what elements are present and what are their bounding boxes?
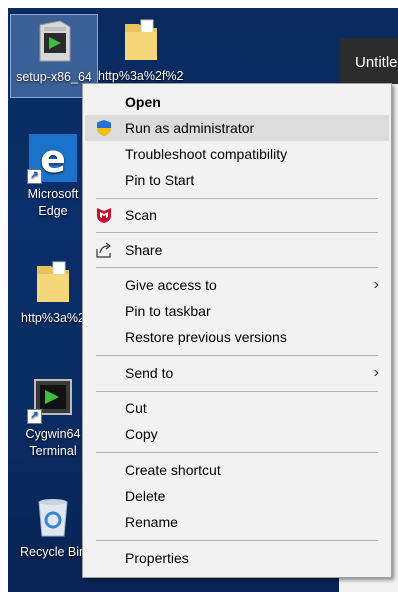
menu-item-give-access-to[interactable]: Give access to › xyxy=(85,272,389,298)
menu-item-properties[interactable]: Properties xyxy=(85,545,389,571)
menu-item-label: Scan xyxy=(125,207,157,223)
menu-item-pin-to-taskbar[interactable]: Pin to taskbar xyxy=(85,298,389,324)
menu-item-share[interactable]: Share xyxy=(85,237,389,263)
menu-item-send-to[interactable]: Send to › xyxy=(85,360,389,386)
cygwin-terminal-icon: ↗ xyxy=(27,374,77,424)
menu-item-delete[interactable]: Delete xyxy=(85,483,389,509)
menu-item-restore-previous-versions[interactable]: Restore previous versions xyxy=(85,324,389,350)
menu-item-label: Copy xyxy=(125,426,158,442)
desktop: setup-x86_64 http%3a%2f%2f e ↗ Microsoft… xyxy=(8,8,398,592)
menu-item-label: Pin to Start xyxy=(125,172,195,188)
mcafee-scan-icon xyxy=(95,206,113,224)
menu-item-label: Delete xyxy=(125,488,166,504)
uac-shield-icon xyxy=(95,119,113,137)
menu-item-troubleshoot-compatibility[interactable]: Troubleshoot compatibility xyxy=(85,141,389,167)
menu-separator xyxy=(96,391,378,392)
menu-item-label: Give access to xyxy=(125,277,217,293)
context-menu: Open Run as administrator Troubleshoot c… xyxy=(82,83,392,578)
menu-item-scan[interactable]: Scan xyxy=(85,202,389,228)
recycle-bin-icon xyxy=(29,492,77,540)
menu-item-rename[interactable]: Rename xyxy=(85,509,389,535)
menu-item-copy[interactable]: Copy xyxy=(85,421,389,447)
submenu-chevron-icon: › xyxy=(373,276,379,293)
menu-item-label: Create shortcut xyxy=(125,462,221,478)
menu-separator xyxy=(96,355,378,356)
folder-icon xyxy=(29,258,77,306)
menu-item-label: Pin to taskbar xyxy=(125,303,211,319)
shortcut-arrow-icon: ↗ xyxy=(27,409,42,424)
menu-item-cut[interactable]: Cut xyxy=(85,395,389,421)
window-title: Untitled xyxy=(339,38,398,84)
folder-icon xyxy=(117,16,165,64)
menu-item-label: Open xyxy=(125,94,161,110)
menu-separator xyxy=(96,232,378,233)
menu-separator xyxy=(96,198,378,199)
svg-text:e: e xyxy=(40,137,66,181)
menu-separator xyxy=(96,540,378,541)
share-icon xyxy=(95,241,113,259)
menu-item-run-as-administrator[interactable]: Run as administrator xyxy=(85,115,389,141)
submenu-chevron-icon: › xyxy=(373,364,379,381)
menu-item-label: Share xyxy=(125,242,163,258)
shortcut-arrow-icon: ↗ xyxy=(27,169,42,184)
menu-separator xyxy=(96,267,378,268)
menu-item-label: Send to xyxy=(125,365,174,381)
menu-item-pin-to-start[interactable]: Pin to Start xyxy=(85,167,389,193)
menu-item-label: Rename xyxy=(125,514,178,530)
menu-item-label: Troubleshoot compatibility xyxy=(125,146,288,162)
menu-separator xyxy=(96,452,378,453)
setup-installer-icon xyxy=(30,17,78,65)
menu-item-label: Cut xyxy=(125,400,147,416)
menu-item-label: Run as administrator xyxy=(125,120,255,136)
menu-item-label: Properties xyxy=(125,550,189,566)
menu-item-create-shortcut[interactable]: Create shortcut xyxy=(85,457,389,483)
menu-item-open[interactable]: Open xyxy=(85,89,389,115)
edge-icon: e ↗ xyxy=(27,134,77,184)
menu-item-label: Restore previous versions xyxy=(125,329,287,345)
